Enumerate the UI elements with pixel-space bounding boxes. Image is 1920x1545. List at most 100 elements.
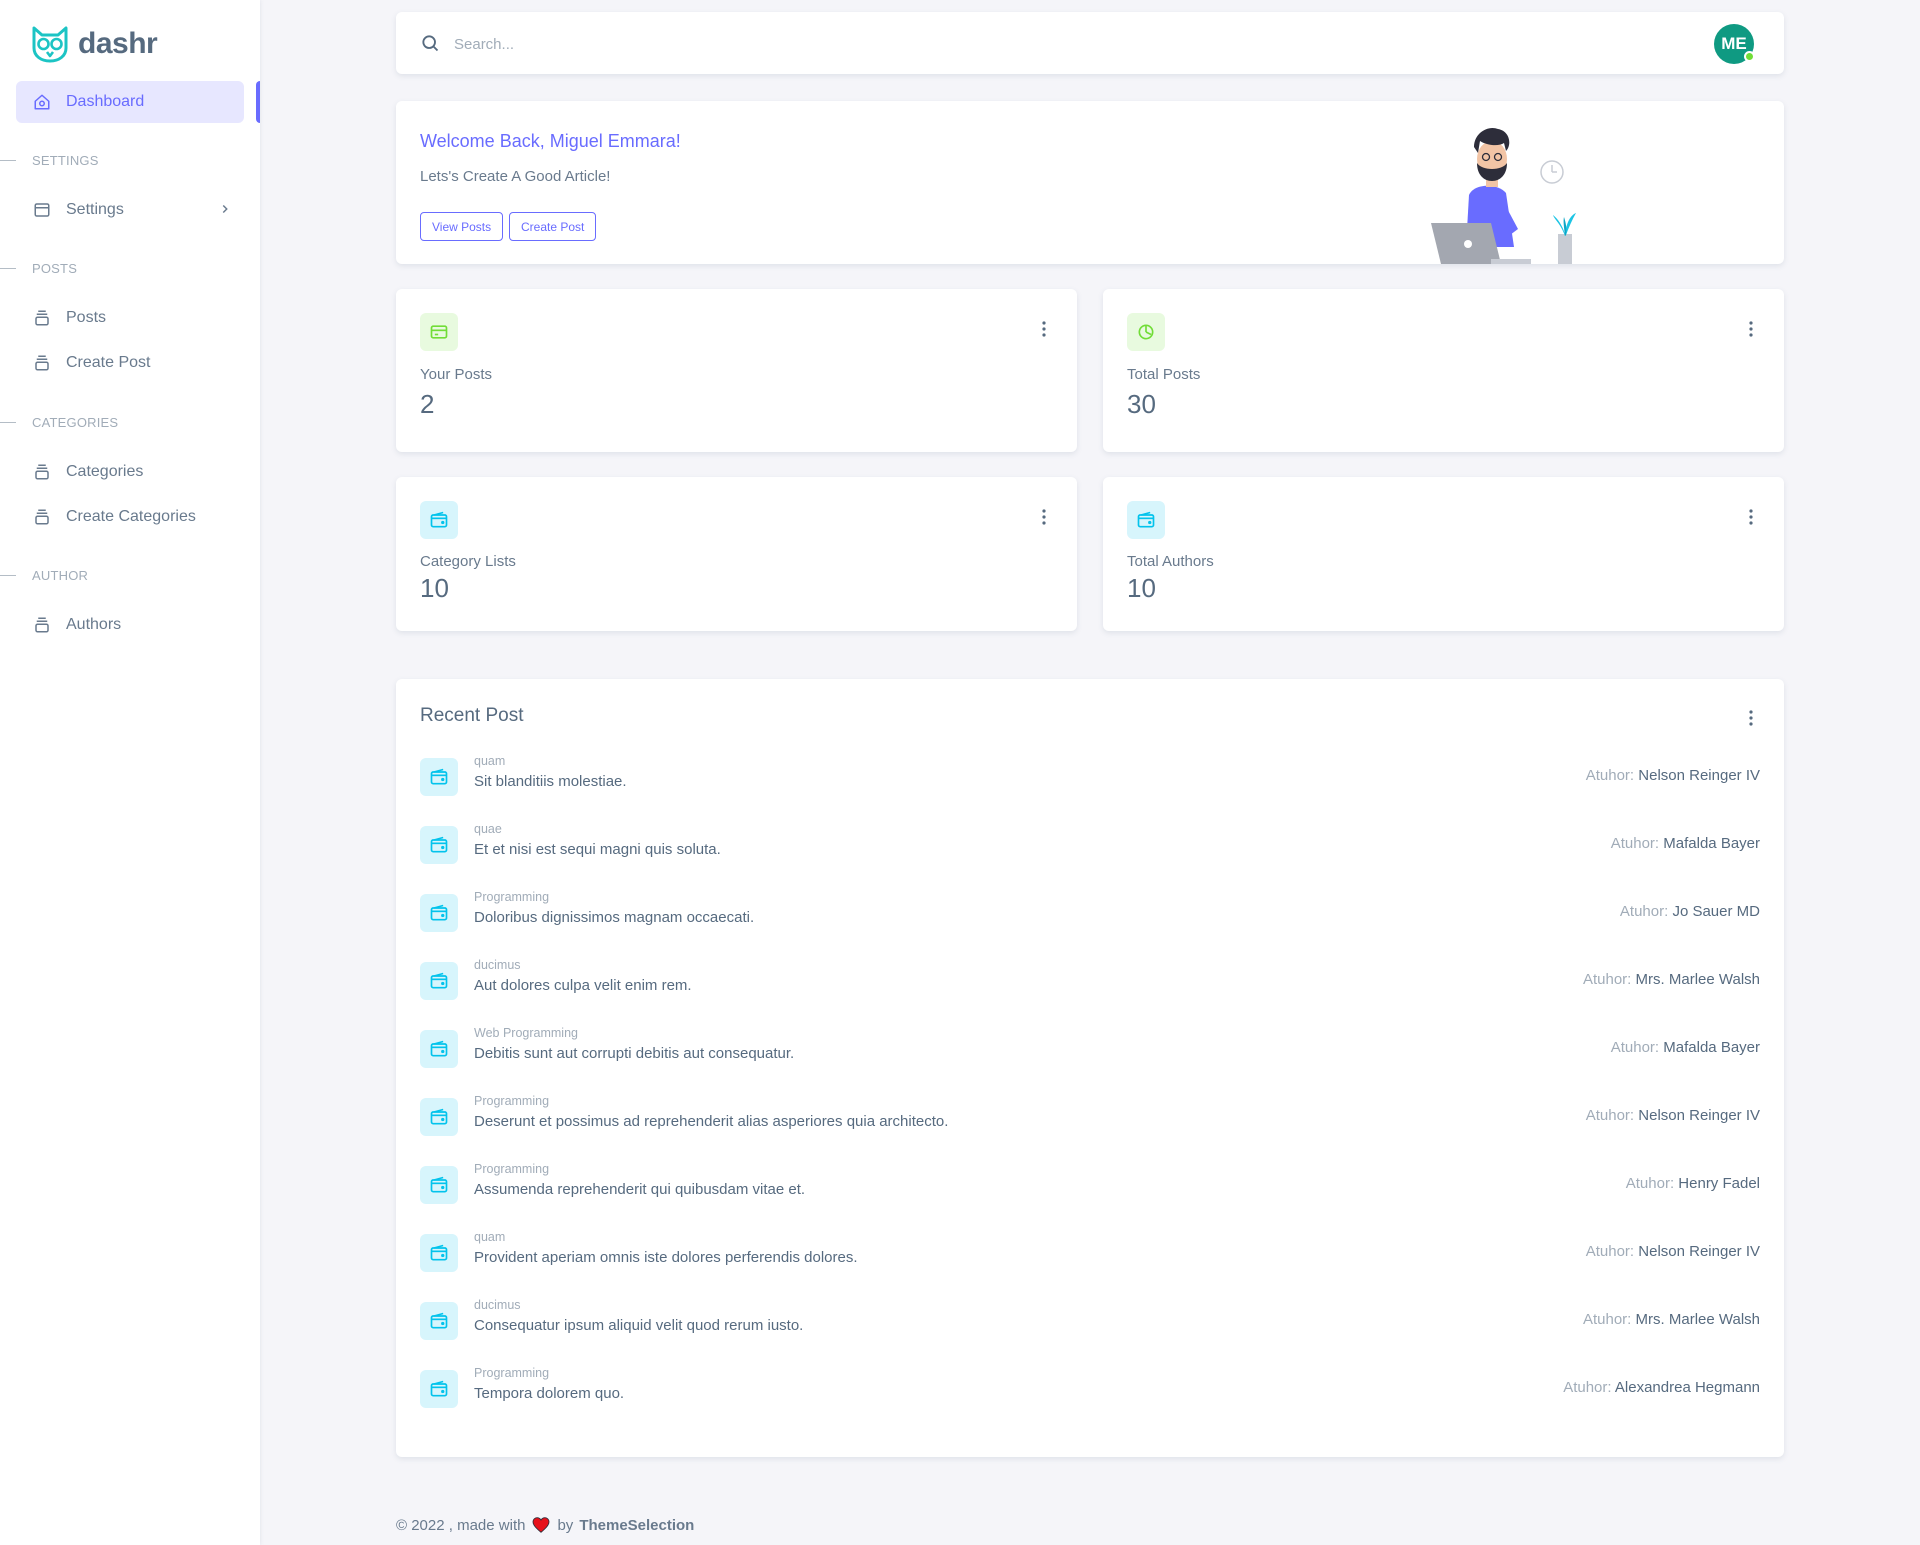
author-label: Atuhor: — [1610, 835, 1660, 852]
archive-icon — [32, 507, 52, 527]
list-item[interactable]: Web Programming Debitis sunt aut corrupti… — [420, 1026, 1760, 1074]
author-name: Jo Sauer MD — [1672, 903, 1760, 920]
post-author: Atuhor: Nelson Reinger IV — [1586, 767, 1760, 784]
sidebar-item-categories[interactable]: Categories — [16, 452, 244, 492]
post-category: Web Programming — [474, 1026, 578, 1040]
stat-card-category-lists: Category Lists 10 — [396, 477, 1077, 631]
chevron-right-icon — [218, 202, 232, 221]
post-category: ducimus — [474, 1298, 521, 1312]
stat-label: Your Posts — [420, 366, 492, 383]
menu-header-label: CATEGORIES — [32, 414, 119, 430]
author-name: Mrs. Marlee Walsh — [1635, 971, 1760, 988]
wallet-icon — [420, 1234, 458, 1272]
view-posts-button[interactable]: View Posts — [420, 212, 504, 241]
heart-icon — [531, 1515, 551, 1535]
welcome-title: Welcome Back, Miguel Emmara! — [420, 131, 681, 151]
menu-header-divider — [0, 267, 16, 269]
wallet-icon — [420, 501, 458, 539]
menu-header-divider — [0, 421, 16, 423]
menu-header-posts: POSTS — [0, 258, 77, 278]
top-navbar: ME — [396, 12, 1784, 74]
footer-brand-link[interactable]: ThemeSelection — [579, 1517, 694, 1534]
brand-name: dashr — [78, 27, 158, 60]
post-title: Sit blanditiis molestiae. — [474, 773, 627, 790]
sidebar-item-posts[interactable]: Posts — [16, 298, 244, 338]
brand[interactable]: dashr — [30, 24, 158, 64]
list-item[interactable]: Programming Assumenda reprehenderit qui q… — [420, 1162, 1760, 1210]
list-item[interactable]: Programming Deserunt et possimus ad repre… — [420, 1094, 1760, 1142]
sidebar-item-label: Dashboard — [66, 93, 145, 110]
more-vertical-icon[interactable] — [1748, 509, 1754, 530]
author-label: Atuhor: — [1585, 1243, 1635, 1260]
avatar[interactable]: ME — [1714, 24, 1755, 64]
author-label: Atuhor: — [1582, 971, 1632, 988]
author-name: Nelson Reinger IV — [1638, 767, 1760, 784]
sidebar-item-create-categories[interactable]: Create Categories — [16, 497, 244, 537]
post-title: Tempora dolorem quo. — [474, 1385, 625, 1402]
author-label: Atuhor: — [1619, 903, 1669, 920]
wallet-icon — [420, 894, 458, 932]
sidebar-item-label: Categories — [66, 463, 144, 480]
post-category: ducimus — [474, 958, 521, 972]
post-title: Assumenda reprehenderit qui quibusdam vi… — [474, 1181, 806, 1198]
stat-card-total-posts: Total Posts 30 — [1103, 289, 1784, 452]
more-vertical-icon[interactable] — [1748, 710, 1754, 731]
wallet-icon — [420, 1166, 458, 1204]
online-status-dot — [1744, 51, 1755, 62]
archive-icon — [32, 615, 52, 635]
author-name: Alexandrea Hegmann — [1614, 1379, 1760, 1396]
post-title: Aut dolores culpa velit enim rem. — [474, 977, 692, 994]
menu-header-divider — [0, 574, 16, 576]
post-author: Atuhor: Nelson Reinger IV — [1586, 1243, 1760, 1260]
pie-chart-icon — [1127, 313, 1165, 351]
list-item[interactable]: Programming Tempora dolorem quo. Atuhor: A… — [420, 1366, 1760, 1414]
wallet-icon — [1127, 501, 1165, 539]
owl-logo-icon — [30, 24, 70, 64]
more-vertical-icon[interactable] — [1041, 321, 1047, 342]
post-category: quae — [474, 822, 502, 836]
author-name: Nelson Reinger IV — [1638, 1243, 1760, 1260]
welcome-illustration — [1406, 119, 1596, 269]
list-item[interactable]: ducimus Consequatur ipsum aliquid velit q… — [420, 1298, 1760, 1346]
active-indicator — [256, 81, 260, 123]
wallet-icon — [420, 1302, 458, 1340]
home-icon — [32, 92, 52, 112]
list-item[interactable]: quae Et et nisi est sequi magni quis solu… — [420, 822, 1760, 870]
author-name: Henry Fadel — [1678, 1175, 1760, 1192]
more-vertical-icon[interactable] — [1041, 509, 1047, 530]
list-item[interactable]: quam Sit blanditiis molestiae. Atuhor: Nel… — [420, 754, 1760, 802]
list-item[interactable]: quam Provident aperiam omnis iste dolores… — [420, 1230, 1760, 1278]
post-title: Provident aperiam omnis iste dolores per… — [474, 1249, 858, 1266]
sidebar-item-label: Create Categories — [66, 508, 196, 525]
sidebar-item-create-post[interactable]: Create Post — [16, 343, 244, 383]
stat-label: Total Posts — [1127, 366, 1201, 383]
author-label: Atuhor: — [1585, 1107, 1635, 1124]
wallet-icon — [420, 1030, 458, 1068]
post-category: quam — [474, 1230, 506, 1244]
post-author: Atuhor: Mrs. Marlee Walsh — [1583, 1311, 1760, 1328]
more-vertical-icon[interactable] — [1748, 321, 1754, 342]
welcome-subtitle: Lets's Create A Good Article! — [420, 168, 611, 185]
menu-header-divider — [0, 159, 16, 161]
author-name: Nelson Reinger IV — [1638, 1107, 1760, 1124]
sidebar-item-dashboard[interactable]: Dashboard — [16, 81, 244, 123]
recent-posts-title: Recent Post — [420, 705, 524, 726]
list-item[interactable]: ducimus Aut dolores culpa velit enim rem.… — [420, 958, 1760, 1006]
post-author: Atuhor: Alexandrea Hegmann — [1563, 1379, 1760, 1396]
create-post-button[interactable]: Create Post — [509, 212, 597, 241]
wallet-icon — [420, 962, 458, 1000]
search-icon — [420, 33, 440, 58]
sidebar-item-authors[interactable]: Authors — [16, 605, 244, 645]
sidebar: dashr Dashboard SETTINGS Settings POSTS … — [0, 0, 260, 1545]
author-name: Mrs. Marlee Walsh — [1635, 1311, 1760, 1328]
list-item[interactable]: Programming Doloribus dignissimos magnam … — [420, 890, 1760, 938]
search-input[interactable] — [454, 30, 1054, 58]
wallet-icon — [420, 758, 458, 796]
sidebar-item-settings[interactable]: Settings — [16, 190, 244, 230]
menu-header-label: POSTS — [32, 260, 78, 276]
post-author: Atuhor: Mafalda Bayer — [1611, 835, 1760, 852]
stat-value: 2 — [420, 389, 435, 419]
post-category: quam — [474, 754, 506, 768]
sidebar-item-label: Authors — [66, 616, 122, 633]
archive-icon — [32, 462, 52, 482]
